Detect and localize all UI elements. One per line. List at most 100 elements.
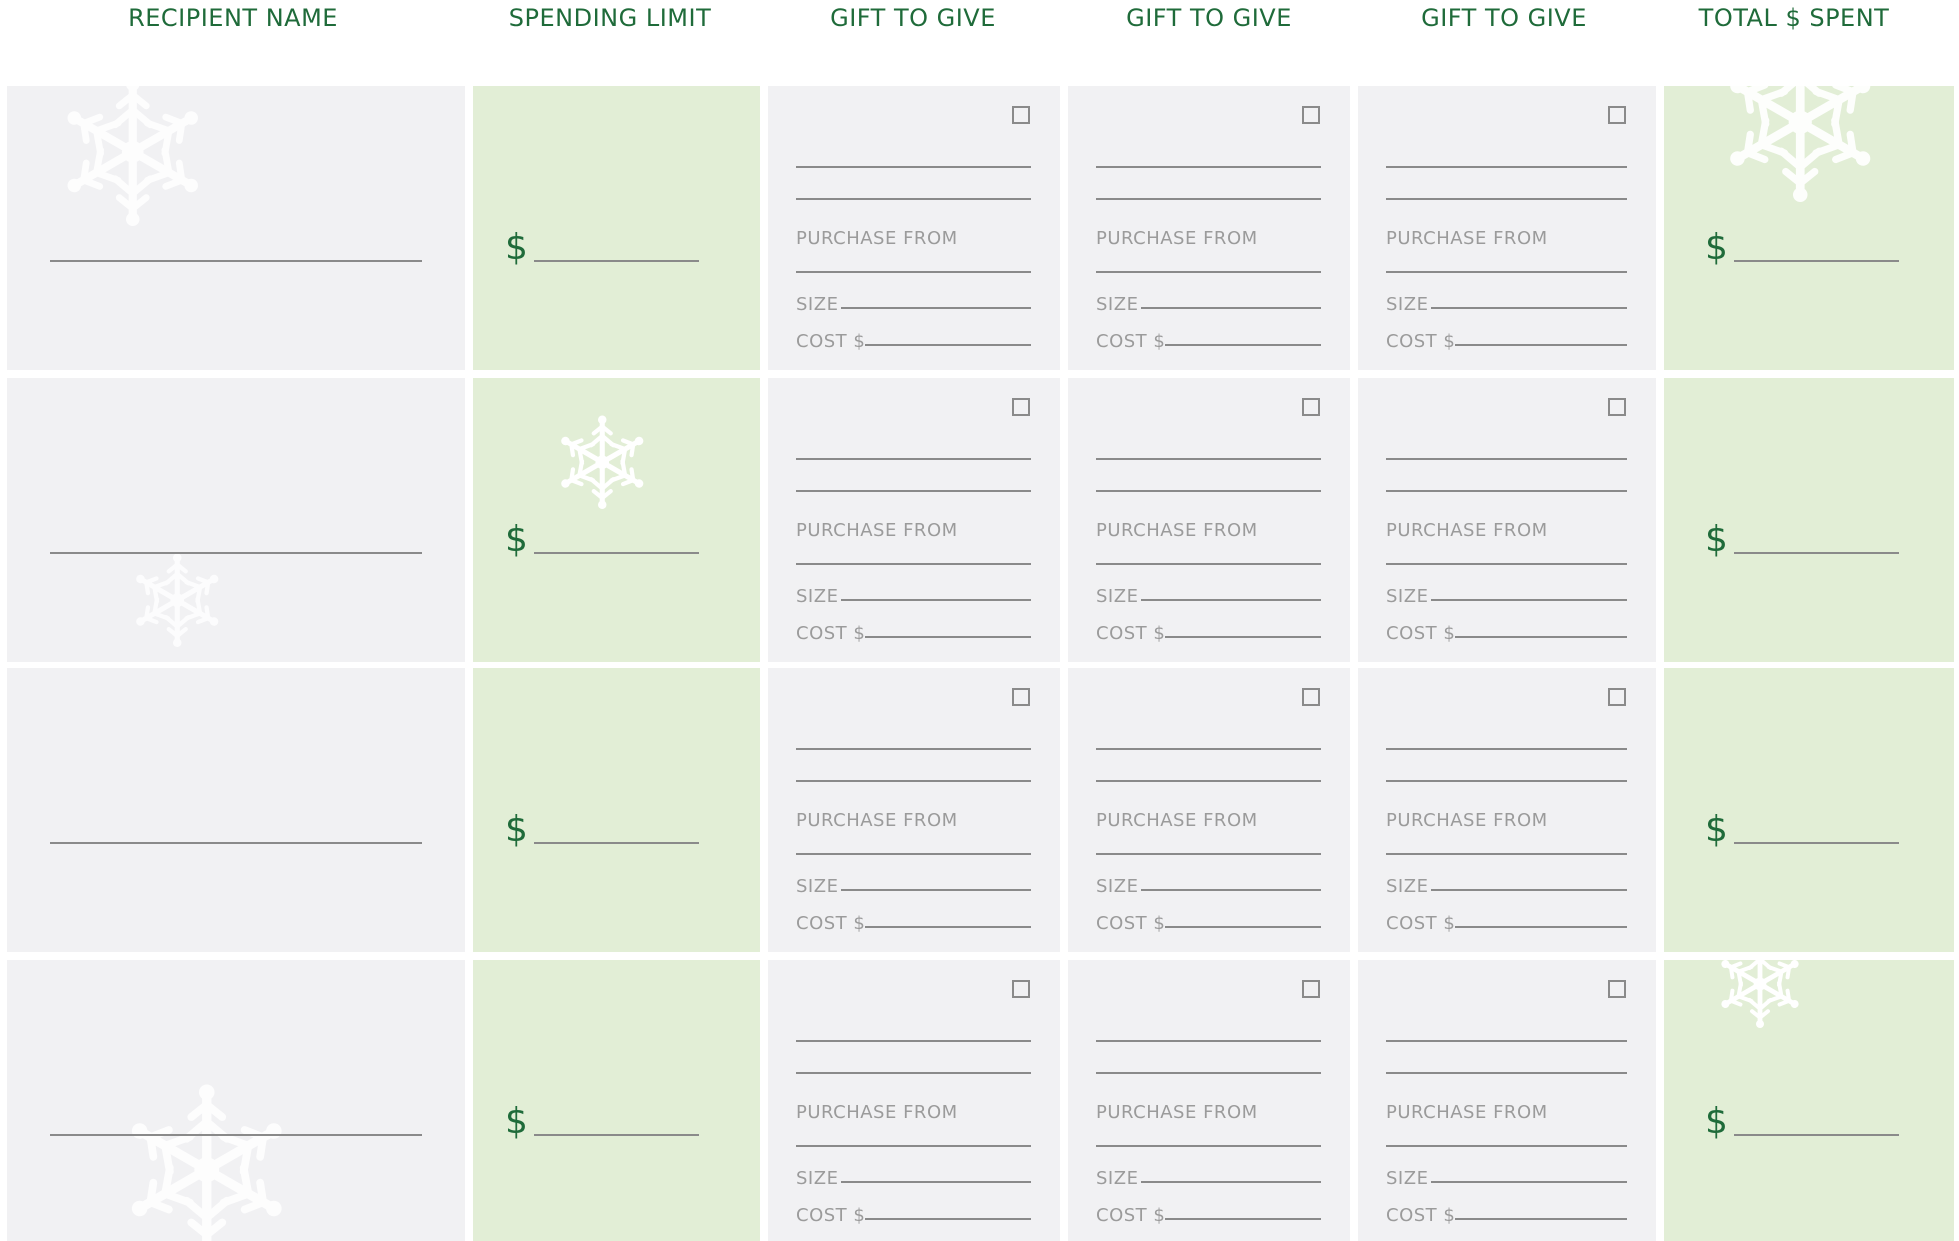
purchase-from-field[interactable] [1386, 271, 1627, 273]
gift-name-field-2[interactable] [1386, 1072, 1627, 1074]
gift-name-field-2[interactable] [796, 198, 1031, 200]
spending-limit-field[interactable] [534, 552, 699, 554]
gift-name-field[interactable] [1096, 166, 1321, 168]
purchase-from-field[interactable] [1096, 563, 1321, 565]
purchase-from-field[interactable] [1386, 563, 1627, 565]
purchase-from-label: PURCHASE FROM [1386, 810, 1548, 831]
purchase-from-field[interactable] [1386, 1145, 1627, 1147]
cost-field[interactable] [1455, 344, 1627, 346]
cost-field[interactable] [1455, 1218, 1627, 1220]
total-spent-field[interactable] [1734, 552, 1899, 554]
size-field[interactable] [1141, 307, 1321, 309]
size-field[interactable] [841, 599, 1031, 601]
size-field[interactable] [1141, 1181, 1321, 1183]
purchase-from-field[interactable] [796, 271, 1031, 273]
checkbox-icon[interactable] [1302, 398, 1320, 416]
size-label: SIZE [1386, 876, 1429, 897]
checkbox-icon[interactable] [1608, 398, 1626, 416]
purchase-from-field[interactable] [1386, 853, 1627, 855]
checkbox-icon[interactable] [1608, 980, 1626, 998]
total-spent-field[interactable] [1734, 842, 1899, 844]
purchase-from-label: PURCHASE FROM [796, 520, 958, 541]
gift-name-field-2[interactable] [1386, 780, 1627, 782]
recipient-name-field[interactable] [50, 260, 422, 262]
cost-field[interactable] [865, 1218, 1031, 1220]
size-label: SIZE [796, 876, 839, 897]
cost-field[interactable] [1455, 926, 1627, 928]
gift-name-field[interactable] [1096, 1040, 1321, 1042]
gift-name-field-2[interactable] [1096, 490, 1321, 492]
size-field[interactable] [1141, 889, 1321, 891]
purchase-from-field[interactable] [796, 563, 1031, 565]
spending-limit-field[interactable] [534, 842, 699, 844]
spending-limit-field[interactable] [534, 260, 699, 262]
gift-name-field-2[interactable] [1386, 198, 1627, 200]
gift-name-field-2[interactable] [796, 1072, 1031, 1074]
cost-field[interactable] [1455, 636, 1627, 638]
recipient-name-field[interactable] [50, 842, 422, 844]
purchase-from-field[interactable] [1096, 271, 1321, 273]
spending-limit-field[interactable] [534, 1134, 699, 1136]
total-spent-field[interactable] [1734, 1134, 1899, 1136]
cost-field[interactable] [1165, 1218, 1321, 1220]
purchase-from-field[interactable] [1096, 1145, 1321, 1147]
checkbox-icon[interactable] [1012, 398, 1030, 416]
gift-cell: PURCHASE FROM SIZE COST $ [1358, 668, 1656, 952]
gift-name-field[interactable] [1386, 1040, 1627, 1042]
size-field[interactable] [1431, 889, 1627, 891]
size-label: SIZE [1096, 1168, 1139, 1189]
size-field[interactable] [1431, 1181, 1627, 1183]
spending-limit-cell: $ [473, 960, 760, 1241]
recipient-name-field[interactable] [50, 1134, 422, 1136]
gift-name-field-2[interactable] [796, 490, 1031, 492]
gift-name-field-2[interactable] [1096, 780, 1321, 782]
size-field[interactable] [1431, 307, 1627, 309]
header-gift-to-give-2: GIFT TO GIVE [1126, 4, 1292, 32]
gift-name-field[interactable] [796, 166, 1031, 168]
recipient-name-field[interactable] [50, 552, 422, 554]
checkbox-icon[interactable] [1302, 688, 1320, 706]
checkbox-icon[interactable] [1608, 688, 1626, 706]
cost-field[interactable] [1165, 636, 1321, 638]
cost-field[interactable] [865, 636, 1031, 638]
size-field[interactable] [1141, 599, 1321, 601]
cost-field[interactable] [1165, 926, 1321, 928]
total-spent-field[interactable] [1734, 260, 1899, 262]
total-spent-cell: $ [1664, 960, 1954, 1241]
snowflake-icon [122, 545, 233, 656]
cost-label: COST $ [1096, 623, 1166, 644]
checkbox-icon[interactable] [1012, 688, 1030, 706]
checkbox-icon[interactable] [1012, 106, 1030, 124]
gift-name-field[interactable] [1386, 458, 1627, 460]
gift-name-field[interactable] [1386, 166, 1627, 168]
total-spent-cell: $ [1664, 378, 1954, 662]
gift-name-field-2[interactable] [1386, 490, 1627, 492]
gift-name-field-2[interactable] [796, 780, 1031, 782]
cost-field[interactable] [865, 344, 1031, 346]
size-field[interactable] [1431, 599, 1627, 601]
size-field[interactable] [841, 1181, 1031, 1183]
checkbox-icon[interactable] [1302, 106, 1320, 124]
gift-name-field[interactable] [1096, 748, 1321, 750]
checkbox-icon[interactable] [1608, 106, 1626, 124]
gift-name-field[interactable] [1096, 458, 1321, 460]
size-field[interactable] [841, 889, 1031, 891]
cost-field[interactable] [1165, 344, 1321, 346]
gift-name-field-2[interactable] [1096, 198, 1321, 200]
gift-name-field[interactable] [796, 458, 1031, 460]
cost-label: COST $ [1386, 913, 1456, 934]
currency-symbol: $ [1705, 519, 1728, 560]
size-field[interactable] [841, 307, 1031, 309]
gift-name-field[interactable] [796, 1040, 1031, 1042]
cost-field[interactable] [865, 926, 1031, 928]
checkbox-icon[interactable] [1012, 980, 1030, 998]
gift-cell: PURCHASE FROM SIZE COST $ [1358, 960, 1656, 1241]
purchase-from-label: PURCHASE FROM [796, 228, 958, 249]
checkbox-icon[interactable] [1302, 980, 1320, 998]
gift-name-field[interactable] [1386, 748, 1627, 750]
purchase-from-field[interactable] [1096, 853, 1321, 855]
gift-name-field[interactable] [796, 748, 1031, 750]
purchase-from-field[interactable] [796, 1145, 1031, 1147]
purchase-from-field[interactable] [796, 853, 1031, 855]
gift-name-field-2[interactable] [1096, 1072, 1321, 1074]
